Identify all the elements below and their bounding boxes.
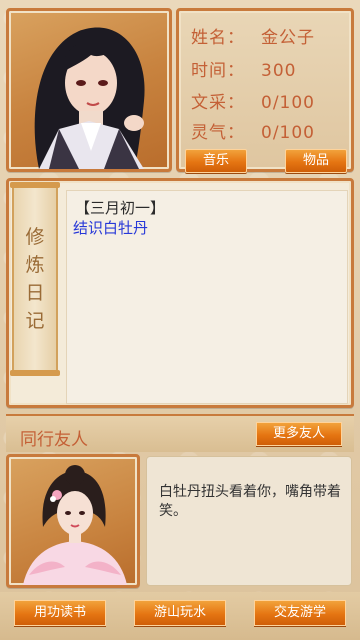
diary-tab-bottom-cap bbox=[10, 370, 60, 376]
time-value: 300 bbox=[261, 61, 297, 81]
study-button[interactable]: 用功读书 bbox=[14, 600, 106, 626]
name-label: 姓名： bbox=[191, 28, 245, 48]
diary-tab-char-1: 修 bbox=[25, 226, 45, 248]
diary-content[interactable]: 【三月初一】 结识白牡丹 bbox=[66, 190, 348, 404]
literary-label: 文采： bbox=[191, 93, 245, 113]
companion-portrait[interactable] bbox=[6, 454, 140, 588]
companion-speech-text: 白牡丹扭头看着你，嘴角带着笑。 bbox=[159, 484, 341, 519]
profile-panel: 姓名： 金公子 时间： 300 文采： 0/100 灵气： 0/100 音乐 物品 bbox=[176, 8, 354, 173]
diary-tab-char-2: 炼 bbox=[25, 254, 45, 276]
time-row: 时间： 300 bbox=[191, 56, 296, 81]
name-row: 姓名： 金公子 bbox=[191, 23, 315, 48]
time-label: 时间： bbox=[191, 61, 245, 81]
travel-button[interactable]: 游山玩水 bbox=[134, 600, 226, 626]
companions-title: 同行友人 bbox=[20, 430, 88, 450]
diary-date: 【三月初一】 bbox=[75, 199, 166, 217]
diary-entry: 结识白牡丹 bbox=[73, 219, 149, 237]
diary-tab-char-3: 日 bbox=[25, 282, 45, 304]
items-button[interactable]: 物品 bbox=[285, 149, 347, 173]
spirit-label: 灵气： bbox=[191, 123, 245, 143]
literary-value: 0/100 bbox=[261, 93, 315, 113]
companion-avatar-illustration bbox=[23, 465, 127, 585]
spirit-row: 灵气： 0/100 bbox=[191, 118, 315, 143]
companions-header: 同行友人 更多友人 bbox=[6, 414, 354, 452]
more-friends-button[interactable]: 更多友人 bbox=[256, 422, 342, 446]
name-value: 金公子 bbox=[261, 28, 315, 48]
companion-speech-bubble: 白牡丹扭头看着你，嘴角带着笑。 bbox=[146, 456, 352, 586]
player-avatar-illustration bbox=[34, 27, 145, 169]
diary-tab-char-4: 记 bbox=[25, 310, 45, 332]
spirit-value: 0/100 bbox=[261, 123, 315, 143]
make-friends-button[interactable]: 交友游学 bbox=[254, 600, 346, 626]
player-portrait bbox=[6, 8, 172, 172]
diary-tab-top-cap bbox=[10, 182, 60, 188]
diary-tab: 修 炼 日 记 bbox=[10, 182, 60, 376]
literary-row: 文采： 0/100 bbox=[191, 88, 315, 113]
music-button[interactable]: 音乐 bbox=[185, 149, 247, 173]
